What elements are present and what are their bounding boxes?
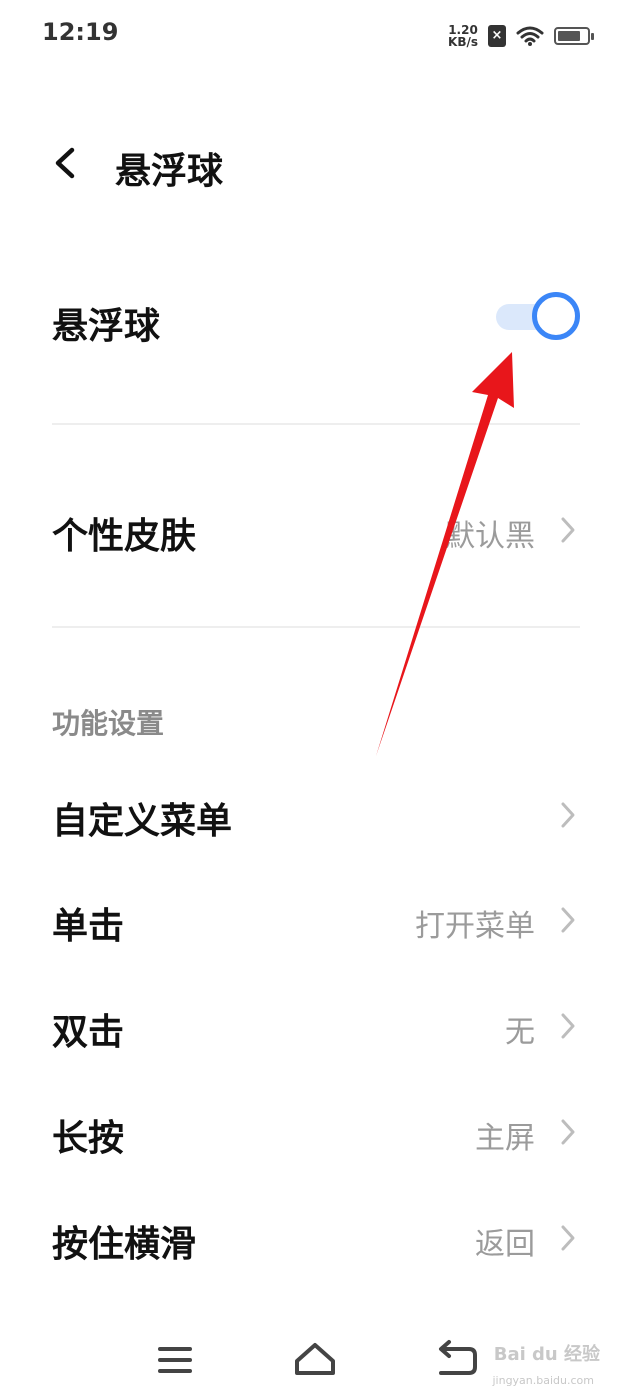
annotation-arrow <box>376 352 514 756</box>
page-title: 悬浮球 <box>115 151 224 192</box>
back-icon[interactable] <box>425 1335 485 1385</box>
setting-row-hold-swipe[interactable]: 按住横滑 返回 <box>0 1203 630 1273</box>
status-bar: 12:19 1.20 KB/s × <box>0 0 630 70</box>
chevron-right-icon <box>561 1119 575 1145</box>
network-speed: 1.20 KB/s <box>448 24 478 48</box>
setting-value: 主屏 <box>475 1121 535 1156</box>
setting-row-double-tap[interactable]: 双击 无 <box>0 991 630 1061</box>
skin-label: 个性皮肤 <box>52 516 197 557</box>
divider <box>52 423 580 425</box>
setting-label: 长按 <box>52 1118 125 1159</box>
chevron-right-icon <box>561 1013 575 1039</box>
watermark-text: Bai du 经验 <box>493 1344 600 1365</box>
home-icon[interactable] <box>285 1335 345 1385</box>
setting-row-custom-menu[interactable]: 自定义菜单 <box>0 780 630 850</box>
divider <box>52 626 580 628</box>
chevron-right-icon <box>561 907 575 933</box>
battery-icon <box>554 27 594 45</box>
chevron-right-icon <box>561 517 575 543</box>
setting-row-single-tap[interactable]: 单击 打开菜单 <box>0 885 630 955</box>
setting-value: 无 <box>505 1015 535 1050</box>
setting-label: 单击 <box>52 906 125 947</box>
sim-off-icon: × <box>488 25 506 47</box>
skin-row[interactable]: 个性皮肤 默认黑 <box>0 495 630 565</box>
network-speed-unit: KB/s <box>448 35 478 49</box>
floating-ball-toggle-row[interactable]: 悬浮球 <box>0 285 630 355</box>
setting-value: 打开菜单 <box>415 909 535 944</box>
wifi-icon <box>516 26 544 46</box>
chevron-right-icon <box>561 802 575 828</box>
status-icons: 1.20 KB/s × <box>448 20 594 52</box>
title-bar: 悬浮球 <box>0 120 630 210</box>
status-time: 12:19 <box>42 18 119 46</box>
setting-value: 返回 <box>475 1227 535 1262</box>
section-title: 功能设置 <box>52 707 165 740</box>
setting-label: 双击 <box>52 1012 125 1053</box>
toggle-thumb <box>532 292 580 340</box>
setting-row-long-press[interactable]: 长按 主屏 <box>0 1097 630 1167</box>
floating-ball-label: 悬浮球 <box>52 306 161 347</box>
watermark-sub: jingyan.baidu.com <box>492 1374 594 1387</box>
chevron-left-icon[interactable] <box>42 138 92 188</box>
menu-icon[interactable] <box>145 1335 205 1385</box>
skin-value: 默认黑 <box>445 519 535 554</box>
setting-label: 按住横滑 <box>52 1224 197 1265</box>
floating-ball-toggle[interactable] <box>496 292 580 340</box>
chevron-right-icon <box>561 1225 575 1251</box>
setting-label: 自定义菜单 <box>52 801 233 842</box>
